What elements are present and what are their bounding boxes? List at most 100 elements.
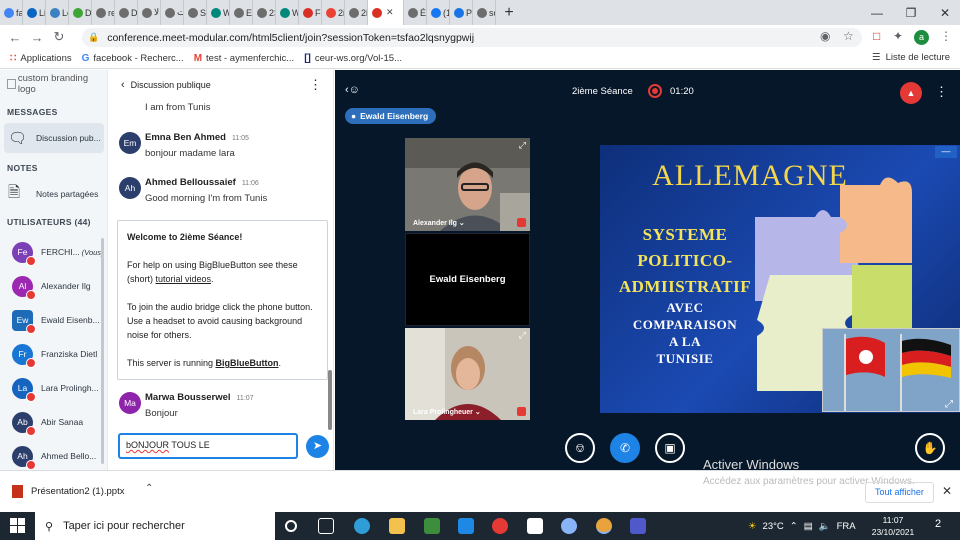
unmute-microphone-button[interactable]: ⎊ [565, 433, 595, 463]
webcam-video-off[interactable]: Ewald Eisenberg [405, 233, 530, 326]
taskbar-clock[interactable]: 11:07 23/10/2021 [868, 514, 918, 538]
browser-tab[interactable]: 2ii [322, 0, 345, 25]
opera-icon[interactable] [492, 518, 508, 534]
chrome-icon[interactable] [561, 518, 577, 534]
network-icon[interactable]: ▤ [804, 521, 813, 532]
bookmark-applications[interactable]: ∷ Applications [10, 53, 72, 64]
public-chat-item[interactable]: 🗨 Discussion pub... [4, 123, 104, 153]
document-icon[interactable] [527, 518, 543, 534]
browser-tab[interactable]: ✕ [368, 0, 404, 25]
bookmark-gmail[interactable]: M test - aymenferchic... [194, 53, 295, 64]
new-tab-button[interactable]: + [496, 4, 522, 22]
browser-tab[interactable]: (1 [427, 0, 450, 25]
tab-close-icon[interactable]: ✕ [386, 7, 394, 18]
raise-hand-button[interactable]: ✋ [915, 433, 945, 463]
show-all-downloads-button[interactable]: Tout afficher [865, 482, 934, 503]
chat-message-input[interactable]: bONJOUR TOUS LE [118, 433, 298, 459]
file-explorer-icon[interactable] [389, 518, 405, 534]
chat-options-icon[interactable]: ⋮ [309, 77, 322, 93]
bigbluebutton-link[interactable]: BigBlueButton [216, 358, 279, 368]
language-indicator[interactable]: FRA [837, 521, 856, 532]
send-button[interactable]: ➤ [306, 435, 329, 458]
bookmark-star-icon[interactable]: ☆ [843, 29, 854, 43]
chat-scrollbar[interactable] [328, 370, 332, 430]
webcam-video[interactable]: ⤢ Alexander Ilg ⌄ [405, 138, 530, 231]
bookmark-facebook[interactable]: G facebook - Recherc... [82, 53, 184, 64]
browser-tab[interactable]: Pa [450, 0, 473, 25]
browser-tab[interactable]: re [92, 0, 115, 25]
download-item[interactable]: Présentation2 (1).pptx [12, 485, 124, 498]
extension-icon[interactable]: □ [873, 29, 880, 43]
browser-tab[interactable]: Sc [184, 0, 207, 25]
shared-notes-item[interactable]: 🗎 Notes partagées [4, 179, 104, 209]
browser-tab[interactable]: E [230, 0, 253, 25]
back-icon[interactable]: ← [4, 30, 26, 45]
browser-tab[interactable]: الت [161, 0, 184, 25]
meeting-options-icon[interactable]: ⋮ [935, 84, 948, 100]
user-list-item[interactable]: Fr Franziska Dietl [12, 343, 106, 368]
edge-icon[interactable] [354, 518, 370, 534]
tray-chevron-icon[interactable]: ⌃ [790, 521, 798, 532]
tab-favicon-icon [96, 7, 106, 18]
browser-tab[interactable]: الا [138, 0, 161, 25]
user-list-item[interactable]: La Lara Prolingh... [12, 377, 106, 402]
connection-status-icon[interactable]: ▲ [900, 82, 922, 104]
user-list-item[interactable]: Ah Ahmed Bello... [12, 445, 106, 470]
windows-start-icon[interactable] [10, 518, 26, 534]
forward-icon[interactable]: → [26, 30, 48, 45]
tutorial-videos-link[interactable]: tutorial videos [156, 274, 212, 284]
message-time: 11:06 [241, 180, 259, 187]
user-list-item[interactable]: Ab Abir Sanaa [12, 411, 106, 436]
menu-dots-icon[interactable]: ⋮ [940, 29, 952, 43]
browser-tab[interactable]: Li [23, 0, 46, 25]
profile-avatar[interactable]: a [914, 30, 929, 45]
close-icon[interactable]: ✕ [942, 484, 952, 498]
bookmark-ceur[interactable]: [] ceur-ws.org/Vol-15... [304, 53, 402, 64]
chrome-active-icon[interactable] [596, 518, 612, 534]
browser-tab[interactable]: fa [0, 0, 23, 25]
tab-label: Sc [200, 7, 207, 18]
taskbar-search-box[interactable]: ⚲ Taper ici pour rechercher [35, 512, 275, 540]
share-webcam-button[interactable]: ▣ [655, 433, 685, 463]
minimize-window-button[interactable]: — [860, 0, 894, 25]
browser-tab[interactable]: Fe [299, 0, 322, 25]
browser-tab[interactable]: W [207, 0, 230, 25]
toggle-userlist-icon[interactable]: ‹☺ [345, 84, 360, 96]
close-window-button[interactable]: ✕ [928, 0, 960, 25]
task-view-icon[interactable] [318, 518, 334, 534]
store-icon[interactable] [424, 518, 440, 534]
browser-tab[interactable]: 23 [253, 0, 276, 25]
volume-icon[interactable]: 🔈 [819, 521, 831, 532]
restore-window-button[interactable]: ❐ [894, 0, 928, 25]
browser-tab[interactable]: sc [473, 0, 496, 25]
browser-tab[interactable]: 2ii [345, 0, 368, 25]
fullscreen-presentation-icon[interactable]: ⤢ [945, 399, 953, 410]
user-list-item[interactable]: Fe FERCHI... (Vous) [12, 241, 106, 266]
fullscreen-icon[interactable]: ⤢ [519, 330, 526, 341]
browser-tab[interactable]: Di [115, 0, 138, 25]
notification-icon[interactable]: 2 [930, 518, 946, 534]
user-list-item[interactable]: Al Alexander Ilg [12, 275, 106, 300]
cortana-icon[interactable] [285, 520, 297, 532]
browser-tab[interactable]: Le [46, 0, 69, 25]
minimize-presentation-button[interactable]: — [935, 146, 957, 158]
reload-icon[interactable]: ↻ [48, 29, 70, 45]
puzzle-icon[interactable]: ✦ [893, 29, 903, 43]
webcam-video[interactable]: ⤢ Lara Prolingheuer ⌄ [405, 328, 530, 420]
leave-audio-button[interactable]: ✆ [610, 433, 640, 463]
user-list-item[interactable]: Ew Ewald Eisenb... [12, 309, 106, 334]
teams-icon[interactable] [630, 518, 646, 534]
recording-indicator-icon[interactable] [648, 84, 662, 98]
address-bar[interactable]: 🔒 conference.meet-modular.com/html5clien… [82, 28, 862, 47]
reading-list[interactable]: ☰ Liste de lecture [872, 52, 950, 63]
browser-tab[interactable]: Év [404, 0, 427, 25]
sidebar-scrollbar[interactable] [101, 238, 104, 464]
browser-tab[interactable]: W [276, 0, 299, 25]
fullscreen-icon[interactable]: ⤢ [519, 140, 526, 151]
browser-tab[interactable]: Di [69, 0, 92, 25]
camera-icon[interactable]: ◉ [820, 29, 830, 43]
chevron-left-icon[interactable]: ‹ [121, 79, 125, 91]
chevron-up-icon[interactable]: ⌃ [145, 483, 153, 494]
mail-icon[interactable] [458, 518, 474, 534]
temperature[interactable]: 23°C [763, 521, 784, 532]
